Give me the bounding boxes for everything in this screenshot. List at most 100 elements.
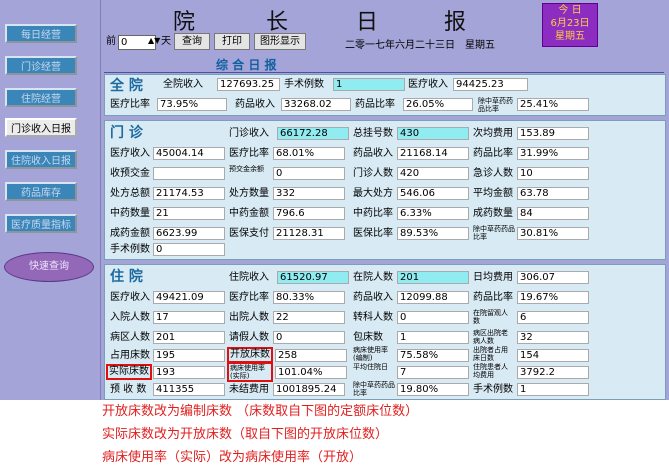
sidebar-item-inpatient[interactable]: 住院经营 [5,88,77,107]
panel-title-inpatient: 住 院 [110,269,143,285]
sidebar-item-drug-stock[interactable]: 药品库存 [5,182,77,201]
field-value: 49421.09 [153,291,225,304]
field-value: 0 [273,167,345,180]
panel-title-total: 全 院 [110,78,143,94]
date-box-line3: 星期五 [555,31,585,42]
field-label: 平均住院日 [353,363,388,371]
field-value: 7 [397,366,469,379]
field-value: 0 [273,331,345,344]
title-char: 院 [173,10,196,35]
annotation-note: 病床使用率（实际）改为病床使用率（开放） [102,450,363,465]
prev-label: 前 [106,36,116,47]
field-value: 101.04% [275,366,347,379]
field-value: 796.6 [273,207,345,220]
field-label: 手术例数 [110,244,150,255]
field-value: 201 [397,271,469,284]
field-label: 出院者占用床日数 [473,346,508,362]
field-label: 病床使用率(编制) [353,346,388,362]
field-label: 中药数量 [110,208,150,219]
today-date-box: 今 日 6月23日 星期五 [542,3,598,47]
field-value: 0 [153,243,225,256]
field-value: 201 [153,331,225,344]
field-label: 医疗比率 [229,148,269,159]
sidebar-item-outpatient-report[interactable]: 门诊收入日报 [5,118,77,137]
field-value: 1 [397,331,469,344]
field-value [153,167,225,180]
field-value: 89.53% [397,227,469,240]
field-value: 258 [275,349,347,362]
graph-display-button[interactable]: 图形显示 [254,33,306,50]
field-value: 45004.14 [153,147,225,160]
field-value: 94425.23 [453,78,528,91]
field-label: 平均金额 [473,188,513,199]
field-value: 25.41% [517,98,589,111]
field-value: 68.01% [273,147,345,160]
field-label: 出院人数 [229,312,269,323]
field-value: 332 [273,187,345,200]
report-date: 二零一七年六月二十三日 星期五 [345,40,495,51]
field-value: 19.80% [397,383,469,396]
field-value: 26.05% [403,98,473,111]
field-label: 中药金额 [229,208,269,219]
field-label: 入院人数 [110,312,150,323]
quick-query-button[interactable]: 快速查询 [4,252,94,282]
date-box-line1: 今 日 [558,5,582,16]
field-label: 医疗收入 [110,292,150,303]
field-label: 医保比率 [353,228,393,239]
bed-usage-actual-label-highlighted: 病床使用率(实际) [227,362,273,382]
panel-title-outpatient: 门 诊 [110,125,143,141]
title-char: 日 [356,10,379,35]
field-value: 63.78 [517,187,589,200]
field-value: 21168.14 [397,147,469,160]
field-label: 医疗比率 [229,292,269,303]
query-button[interactable]: 查询 [174,33,210,50]
field-value: 61520.97 [277,271,349,284]
title-char: 报 [444,10,467,35]
field-label: 转科人数 [353,312,393,323]
field-label: 预交金余额 [229,165,264,173]
field-label: 处方总额 [110,188,150,199]
field-label: 住院患者人均费用 [473,363,508,379]
field-label: 未结费用 [229,384,269,395]
field-label: 药品收入 [353,148,393,159]
field-label: 急诊人数 [473,168,513,179]
spinner-icon[interactable]: ▲▼ [148,33,160,49]
sidebar-item-outpatient[interactable]: 门诊经营 [5,56,77,75]
field-label: 手术例数 [473,384,513,395]
sidebar-item-daily[interactable]: 每日经营 [5,24,77,43]
sidebar: 每日经营 门诊经营 住院经营 门诊收入日报 住院收入日报 药品库存 医疗质量指标… [0,0,101,400]
sidebar-item-inpatient-report[interactable]: 住院收入日报 [5,150,77,169]
field-label: 医保支付 [229,228,269,239]
field-value: 306.07 [517,271,589,284]
field-label: 成药数量 [473,208,513,219]
field-value: 10 [517,167,589,180]
field-label: 最大处方 [353,188,393,199]
field-value: 80.33% [273,291,345,304]
field-label: 医疗收入 [110,148,150,159]
field-label: 收预交金 [110,168,150,179]
field-value: 73.95% [157,98,227,111]
field-label: 门诊收入 [229,128,269,139]
field-label: 药品收入 [353,292,393,303]
field-value: 127693.25 [217,78,280,91]
field-value: 3792.2 [517,366,589,379]
field-label: 手术例数 [284,79,324,90]
field-label: 病区人数 [110,332,150,343]
field-value: 1 [517,383,589,396]
field-label: 门诊人数 [353,168,393,179]
sidebar-item-quality[interactable]: 医疗质量指标 [5,214,77,233]
field-value: 195 [153,349,225,362]
field-label: 医疗收入 [408,79,448,90]
field-label: 药品比率 [473,292,513,303]
field-label: 药品比率 [355,99,395,110]
field-value: 21 [153,207,225,220]
field-value: 12099.88 [397,291,469,304]
field-value: 84 [517,207,589,220]
field-value: 1001895.24 [273,383,345,396]
field-value: 6.33% [397,207,469,220]
field-value: 6623.99 [153,227,225,240]
field-label: 药品收入 [235,99,275,110]
print-button[interactable]: 打印 [214,33,250,50]
field-label: 药品比率 [473,148,513,159]
field-label: 除中草药药品比率 [478,97,513,113]
